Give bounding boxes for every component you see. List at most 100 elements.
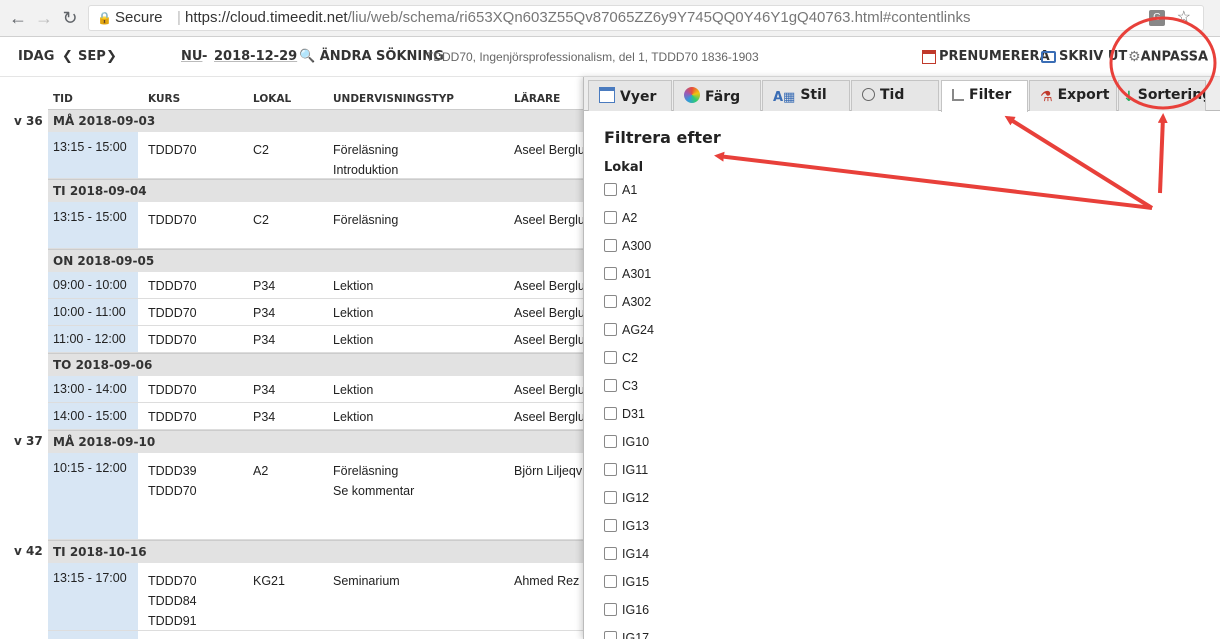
table-row[interactable]: 13:15 - 17:00 TDDD70 TDDD84 TDDD91 KG21 Se… [48,563,590,631]
day-header: ON 2018-09-05 [48,249,590,272]
table-row[interactable]: 13:00 - 14:00 TDDD70 P34 Lektion Aseel B… [48,376,590,403]
next-month-button[interactable]: ❯ [106,49,117,64]
search-icon: 🔍 [299,49,316,64]
customise-button[interactable]: ⚙ANPASSA [1128,49,1208,65]
teacher-cell: Aseel Berglu [514,383,585,397]
tab-export[interactable]: ⚗ Export [1029,80,1117,111]
today-button[interactable]: IDAG [18,49,54,64]
tab-label: Vyer [620,89,657,105]
tab-views[interactable]: Vyer [588,80,672,111]
teacher-cell: Aseel Berglu [514,306,585,320]
checkbox[interactable] [604,631,617,639]
filter-option-label: IG15 [622,575,650,589]
translate-icon[interactable]: G [1149,10,1165,26]
course-code: TDDD70 [148,306,197,320]
filter-option-label: A300 [622,239,652,253]
type-line: Föreläsning [333,213,399,227]
room-cell: P34 [253,279,276,293]
time-cell: 13:00 - 14:00 [48,376,138,402]
tab-style[interactable]: A▦ Stil [762,80,850,111]
checkbox[interactable] [604,407,617,420]
table-row[interactable]: 13:15 - 15:00 TDDD70 C2 Föreläsning Asee… [48,202,590,249]
time-cell: 14:00 - 15:00 [48,403,138,429]
address-bar[interactable]: 🔒 Secure | https://cloud.timeedit.net/li… [88,5,1204,31]
checkbox[interactable] [604,603,617,616]
type-line: Lektion [333,410,374,424]
checkbox[interactable] [604,435,617,448]
type-cell: Lektion [333,303,373,323]
now-date-link[interactable]: 2018-12-29 [214,49,297,64]
table-row[interactable]: 10:00 - 11:00 TDDD70 P34 Lektion Aseel B… [48,299,590,326]
course-cell: TDDD39 TDDD70 [148,461,197,501]
teacher-cell: Aseel Berglu [514,333,585,347]
back-icon[interactable]: ← [6,6,30,30]
panel-tabs: Vyer Färg A▦ Stil Tid Filter ⚗ Export ↓ Sor… [584,77,1220,112]
time-cell [48,631,138,639]
table-row[interactable]: 11:00 - 12:00 TDDD70 P34 Lektion Aseel B… [48,326,590,353]
reload-icon[interactable]: ↻ [58,6,82,30]
tab-label: Filter [969,87,1012,103]
teacher-cell: Aseel Berglu [514,279,585,293]
browser-chrome: ← → ↻ 🔒 Secure | https://cloud.timeedit.… [0,0,1220,37]
checkbox[interactable] [604,463,617,476]
url-separator: | [177,9,181,26]
forward-icon[interactable]: → [32,6,56,30]
checkbox[interactable] [604,239,617,252]
time-cell: 09:00 - 10:00 [48,272,138,298]
course-code: TDDD70 [148,143,197,157]
tab-sort[interactable]: ↓ Sortering [1118,80,1206,111]
table-row[interactable]: 09:00 - 10:00 TDDD70 P34 Lektion Aseel B… [48,272,590,299]
prev-month-button[interactable]: ❮ [62,49,73,64]
color-wheel-icon [684,87,700,103]
checkbox[interactable] [604,267,617,280]
filter-option-label: IG11 [622,463,649,477]
checkbox[interactable] [604,575,617,588]
subscribe-button[interactable]: PRENUMERERA [922,49,1050,64]
change-search-button[interactable]: 🔍 ÄNDRA SÖKNING [299,49,444,64]
filter-icon [952,89,964,101]
teacher-cell: Aseel Berglu [514,410,585,424]
type-line: Lektion [333,383,374,397]
filter-group-label: Lokal [604,160,644,175]
checkbox[interactable] [604,547,617,560]
tab-filter[interactable]: Filter [941,80,1028,112]
table-row[interactable]: 10:15 - 12:00 TDDD39 TDDD70 A2 Föreläsnin… [48,453,590,540]
column-header-course: KURS [148,93,181,105]
checkbox[interactable] [604,183,617,196]
course-code: TDDD70 [148,333,197,347]
room-cell: P34 [253,306,276,320]
table-row[interactable]: 13:15 - 15:00 TDDD70 C2 Föreläsning Intro… [48,132,590,179]
course-code: TDDD70 [148,213,197,227]
time-cell: 13:15 - 15:00 [48,132,138,178]
customise-label: ANPASSA [1140,49,1209,65]
teacher-cell: Aseel Berglu [514,213,585,227]
search-description: TDDD70, Ingenjörsprofessionalism, del 1,… [426,50,759,64]
subscribe-label: PRENUMERERA [939,49,1050,64]
tab-color[interactable]: Färg [673,80,761,111]
checkbox[interactable] [604,519,617,532]
time-cell: 11:00 - 12:00 [48,326,138,352]
course-code: TDDD84 [148,594,197,608]
tab-time[interactable]: Tid [851,80,939,111]
star-icon[interactable]: ☆ [1177,6,1191,30]
checkbox[interactable] [604,295,617,308]
checkbox[interactable] [604,323,617,336]
teacher-cell: Aseel Berglu [514,143,585,157]
checkbox[interactable] [604,491,617,504]
tab-label: Tid [880,87,905,103]
course-cell: TDDD70 TDDD84 TDDD91 [148,571,197,631]
table-row[interactable]: 14:00 - 15:00 TDDD70 P34 Lektion Aseel B… [48,403,590,430]
clock-icon [862,88,875,101]
filter-option-label: IG16 [622,603,650,617]
room-cell: KG21 [253,574,285,588]
type-line: Se kommentar [333,484,415,498]
time-cell: 13:15 - 17:00 [48,563,138,630]
checkbox[interactable] [604,211,617,224]
print-button[interactable]: SKRIV UT [1041,49,1127,64]
checkbox[interactable] [604,379,617,392]
printer-icon [1041,50,1056,63]
type-line: Introduktion [333,163,399,177]
now-button[interactable]: NU [181,49,202,64]
checkbox[interactable] [604,351,617,364]
time-cell: 13:15 - 15:00 [48,202,138,248]
